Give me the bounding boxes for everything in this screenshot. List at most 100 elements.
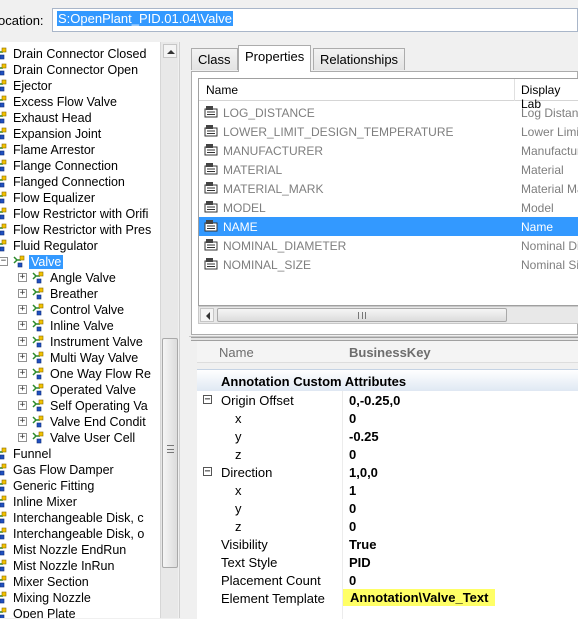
tree-item[interactable]: Mixing Nozzle: [0, 590, 93, 606]
attribute-row[interactable]: Text Style PID: [197, 554, 578, 572]
tree-item[interactable]: Drain Connector Open: [0, 62, 140, 78]
property-row[interactable]: NOMINAL_DIAMETER Nominal Di: [199, 236, 578, 255]
scroll-up-arrow-icon[interactable]: [163, 44, 177, 58]
attribute-row[interactable]: Visibility True: [197, 536, 578, 554]
expand-toggle-icon[interactable]: +: [18, 353, 27, 362]
tree-item[interactable]: Inline Mixer: [0, 494, 79, 510]
annotation-property-grid[interactable]: − Origin Offset 0,-0.25,0 x 0 y -0.25 z 0− Direct…: [197, 391, 578, 619]
tree-item[interactable]: Exhaust Head: [0, 110, 94, 126]
tree-item[interactable]: Flow Equalizer: [0, 190, 97, 206]
expand-toggle-icon[interactable]: +: [18, 385, 27, 394]
tree-scrollbar[interactable]: [160, 42, 178, 618]
tree-scroll-thumb[interactable]: [162, 338, 178, 568]
location-input[interactable]: S:OpenPlant_PID.01.04\Valve: [52, 8, 578, 32]
expand-toggle-icon[interactable]: +: [18, 337, 27, 346]
attribute-value[interactable]: -0.25: [349, 429, 379, 444]
tab-properties[interactable]: Properties: [238, 45, 312, 72]
grid-scroll-thumb[interactable]: [217, 308, 507, 322]
expand-toggle-icon[interactable]: +: [18, 321, 27, 330]
attribute-row[interactable]: − Direction 1,0,0: [197, 464, 578, 482]
attribute-value[interactable]: 0: [349, 573, 356, 588]
tree-item[interactable]: Excess Flow Valve: [0, 94, 119, 110]
attribute-row[interactable]: x1: [197, 482, 578, 500]
tree-item[interactable]: Funnel: [0, 446, 53, 462]
tree-item[interactable]: Flanged Connection: [0, 174, 127, 190]
attribute-row[interactable]: z0: [197, 446, 578, 464]
tree-item[interactable]: Angle Valve: [31, 270, 118, 286]
tree-item[interactable]: Breather: [31, 286, 100, 302]
attribute-row[interactable]: Element Template Annotation\Valve_Text: [197, 589, 578, 608]
collapse-toggle-icon[interactable]: −: [203, 395, 212, 405]
tree-item[interactable]: Expansion Joint: [0, 126, 103, 142]
tree-item[interactable]: Mixer Section: [0, 574, 91, 590]
expand-toggle-icon[interactable]: +: [18, 289, 27, 298]
expand-toggle-icon[interactable]: +: [18, 401, 27, 410]
tree-item[interactable]: Mist Nozzle EndRun: [0, 542, 128, 558]
attribute-row[interactable]: x0: [197, 410, 578, 428]
property-row[interactable]: MODEL Model: [199, 198, 578, 217]
attribute-value[interactable]: 1: [349, 483, 356, 498]
tab-relationships[interactable]: Relationships: [313, 48, 406, 70]
tree-item[interactable]: Inline Valve: [31, 318, 116, 334]
tab-class[interactable]: Class: [191, 48, 238, 70]
class-tree[interactable]: Drain Connector Closed Drain Connector Op…: [0, 42, 160, 618]
tree-item[interactable]: Drain Connector Closed: [0, 46, 148, 62]
expand-toggle-icon[interactable]: +: [18, 305, 27, 314]
attribute-value[interactable]: 0: [349, 519, 356, 534]
expand-toggle-icon[interactable]: +: [18, 433, 27, 442]
tree-item[interactable]: Open Plate: [0, 606, 78, 618]
tree-item[interactable]: Flange Connection: [0, 158, 120, 174]
attribute-value[interactable]: 0: [349, 501, 356, 516]
tree-item[interactable]: Interchangeable Disk, c: [0, 510, 146, 526]
attribute-row[interactable]: Placement Count 0: [197, 572, 578, 590]
collapse-toggle-icon[interactable]: −: [0, 257, 8, 266]
tree-item[interactable]: Flow Restrictor with Orifi: [0, 206, 150, 222]
property-row[interactable]: LOG_DISTANCE Log Distanc: [199, 103, 578, 122]
attribute-value[interactable]: 0: [349, 411, 356, 426]
tree-item[interactable]: Fluid Regulator: [0, 238, 100, 254]
expand-toggle-icon[interactable]: +: [18, 273, 27, 282]
collapse-toggle-icon[interactable]: −: [203, 467, 212, 477]
column-divider[interactable]: [514, 79, 515, 101]
attribute-value[interactable]: Annotation\Valve_Text: [343, 589, 496, 606]
pane-splitter[interactable]: [179, 42, 189, 618]
expand-toggle-icon[interactable]: +: [18, 417, 27, 426]
tree-item[interactable]: One Way Flow Re: [31, 366, 153, 382]
tree-item[interactable]: Valve End Condit: [31, 414, 148, 430]
property-row[interactable]: NAME Name: [199, 217, 578, 236]
attribute-value[interactable]: 0: [349, 447, 356, 462]
tree-item[interactable]: Flow Restrictor with Pres: [0, 222, 153, 238]
attribute-value[interactable]: 1,0,0: [349, 465, 378, 480]
property-row[interactable]: MATERIAL Material: [199, 160, 578, 179]
tree-item[interactable]: Valve User Cell: [31, 430, 137, 446]
column-header-name[interactable]: Name: [206, 83, 238, 97]
attribute-row[interactable]: − Origin Offset 0,-0.25,0: [197, 392, 578, 410]
property-row[interactable]: MATERIAL_MARK Material Ma: [199, 179, 578, 198]
tree-item[interactable]: Instrument Valve: [31, 334, 145, 350]
attribute-value[interactable]: True: [349, 537, 376, 552]
tree-item[interactable]: Generic Fitting: [0, 478, 96, 494]
scroll-left-arrow-icon[interactable]: [200, 308, 214, 322]
property-row[interactable]: NOMINAL_SIZE Nominal Si: [199, 255, 578, 274]
category-header[interactable]: Annotation Custom Attributes: [197, 369, 578, 391]
tree-item[interactable]: Control Valve: [31, 302, 126, 318]
business-key-row[interactable]: Name BusinessKey: [197, 341, 578, 363]
attribute-row[interactable]: y0: [197, 500, 578, 518]
attribute-row[interactable]: y -0.25: [197, 428, 578, 446]
tree-item[interactable]: Mist Nozzle InRun: [0, 558, 116, 574]
tree-item[interactable]: Self Operating Va: [31, 398, 150, 414]
property-row[interactable]: LOWER_LIMIT_DESIGN_TEMPERATURE Lower Limi: [199, 122, 578, 141]
tree-item[interactable]: Multi Way Valve: [31, 350, 140, 366]
grid-horizontal-scrollbar[interactable]: [198, 306, 578, 324]
tree-item[interactable]: Operated Valve: [31, 382, 138, 398]
attribute-value[interactable]: 0,-0.25,0: [349, 393, 400, 408]
attribute-row[interactable]: z0: [197, 518, 578, 536]
tree-item[interactable]: Flame Arrestor: [0, 142, 97, 158]
tree-item[interactable]: Valve: [12, 254, 64, 270]
tree-item[interactable]: Gas Flow Damper: [0, 462, 116, 478]
tree-item[interactable]: Interchangeable Disk, o: [0, 526, 146, 542]
tree-item[interactable]: Ejector: [0, 78, 54, 94]
attribute-value[interactable]: PID: [349, 555, 371, 570]
property-row[interactable]: MANUFACTURER Manufactur: [199, 141, 578, 160]
properties-grid[interactable]: Name Display Lab LOG_DISTANCE Log Distanc…: [198, 78, 578, 306]
